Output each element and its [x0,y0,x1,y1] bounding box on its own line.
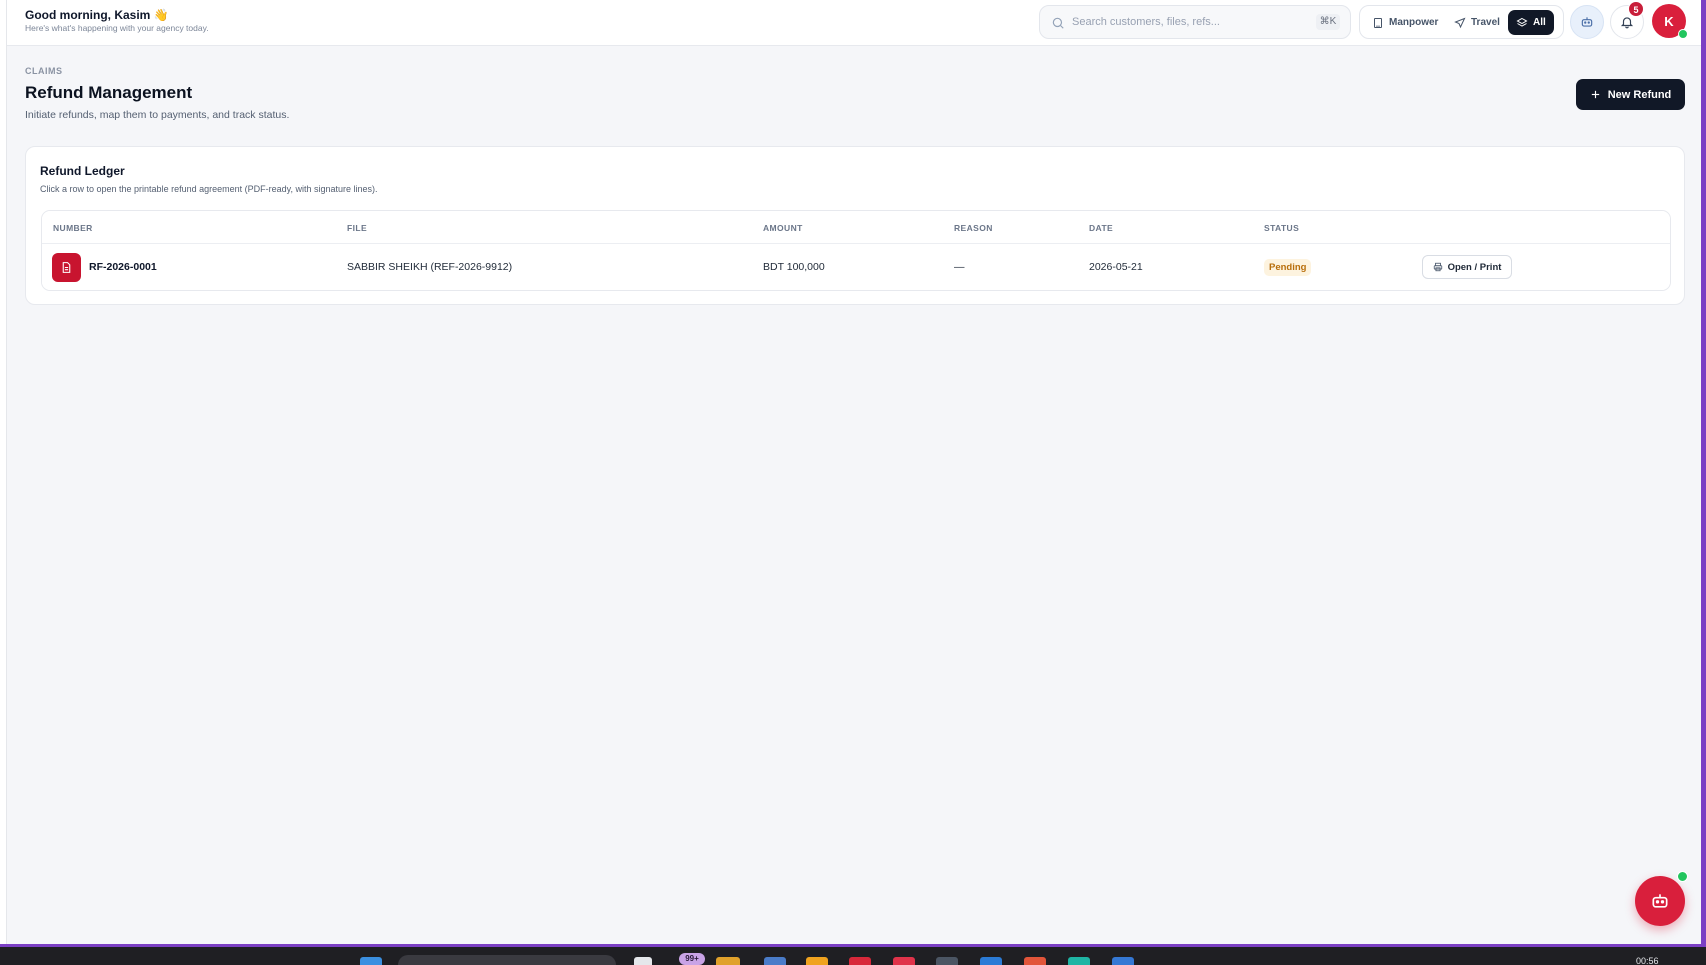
taskbar-app-icon[interactable] [1112,957,1134,965]
chatbot-online-indicator [1677,871,1688,882]
taskbar-badge: 99+ [679,953,705,965]
mode-all[interactable]: All [1508,10,1554,35]
top-bar: Good morning, Kasim 👋 Here's what's happ… [7,0,1701,46]
refund-ledger-card: Refund Ledger Click a row to open the pr… [25,146,1685,305]
bell-icon [1620,17,1634,29]
plus-icon [1591,90,1599,99]
column-header-amount: AMOUNT [763,223,803,233]
mode-label: Manpower [1389,17,1439,28]
card-title: Refund Ledger [40,164,125,178]
assistant-button[interactable] [1570,5,1604,39]
mode-travel[interactable]: Travel [1446,10,1508,35]
taskbar-app-icon[interactable] [1024,957,1046,965]
card-subtitle: Click a row to open the printable refund… [40,184,378,194]
chatbot-button[interactable] [1635,876,1685,926]
greeting-subtitle: Here's what's happening with your agency… [25,23,209,33]
page-subtitle: Initiate refunds, map them to payments, … [25,109,290,121]
folder-icon[interactable] [716,957,740,965]
column-header-file: FILE [347,223,368,233]
taskbar-clock: 00:56 [1636,956,1659,965]
taskbar-app-icon[interactable] [806,957,828,965]
open-print-label: Open / Print [1447,261,1502,273]
refund-table: NUMBER FILE AMOUNT REASON DATE STATUS RF… [41,210,1671,291]
printer-icon [1433,262,1442,272]
window-border [1701,0,1706,944]
search-icon [1052,17,1064,29]
status-badge: Pending [1264,259,1312,276]
left-rail [0,0,7,944]
plane-icon [1454,17,1466,28]
page-title: Refund Management [25,83,193,102]
refund-reason: — [954,261,965,273]
refund-amount: BDT 100,000 [763,261,825,273]
mode-switcher: Manpower Travel All [1359,5,1564,39]
online-indicator [1678,29,1688,39]
notification-badge: 5 [1628,1,1644,17]
open-print-button[interactable]: Open / Print [1422,255,1512,279]
taskbar-app-icon[interactable] [936,957,958,965]
column-header-date: DATE [1089,223,1114,233]
refund-number: RF-2026-0001 [89,261,157,273]
taskbar-app-icon[interactable] [1068,957,1090,965]
start-icon[interactable] [360,957,382,965]
new-refund-label: New Refund [1607,88,1672,101]
table-header: NUMBER FILE AMOUNT REASON DATE STATUS [42,211,1670,244]
search-input[interactable] [1072,12,1302,32]
column-header-status: STATUS [1264,223,1300,233]
breadcrumb: CLAIMS [25,66,63,76]
layers-icon [1516,17,1528,27]
taskbar-search[interactable] [398,955,616,965]
refund-file: SABBIR SHEIKH (REF-2026-9912) [347,261,513,273]
bot-icon [1581,17,1593,27]
greeting: Good morning, Kasim 👋 [25,8,169,22]
new-refund-button[interactable]: New Refund [1576,79,1685,110]
app-window: Good morning, Kasim 👋 Here's what's happ… [0,0,1706,944]
mode-label: All [1533,17,1546,28]
building-icon [1374,17,1382,28]
refund-date: 2026-05-21 [1089,261,1143,273]
taskbar-app-icon[interactable] [893,957,915,965]
global-search[interactable]: ⌘K [1039,5,1351,39]
taskbar-app-icon[interactable] [849,957,871,965]
mode-manpower[interactable]: Manpower [1364,10,1446,35]
taskbar-app-icon[interactable] [634,957,652,965]
column-header-reason: REASON [954,223,993,233]
taskbar: 99+ 00:56 [0,947,1706,965]
document-icon [52,253,81,282]
mode-label: Travel [1471,17,1500,28]
taskbar-app-icon[interactable] [764,957,786,965]
table-row[interactable]: RF-2026-0001 SABBIR SHEIKH (REF-2026-991… [42,244,1670,290]
taskbar-app-icon[interactable] [980,957,1002,965]
column-header-number: NUMBER [53,223,93,233]
search-shortcut: ⌘K [1316,14,1340,30]
bot-icon [1652,894,1668,908]
